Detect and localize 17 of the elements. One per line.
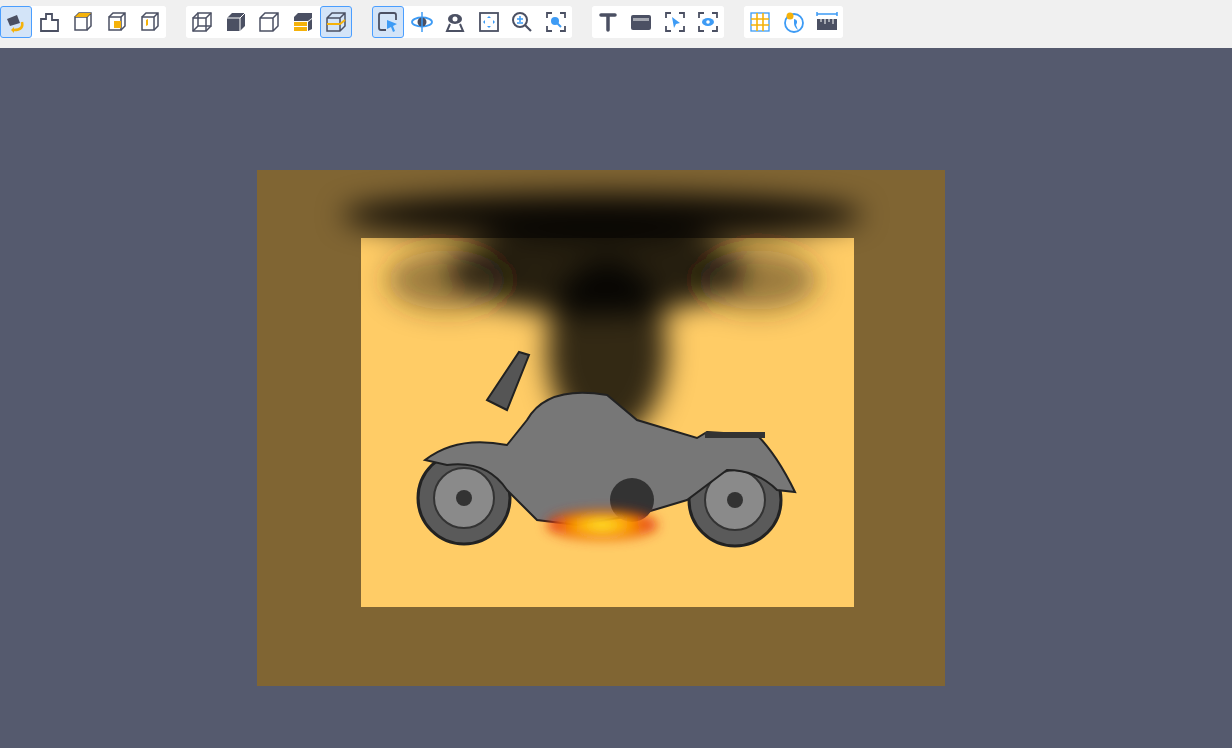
- select-region-icon: [662, 10, 687, 34]
- select-cursor-button[interactable]: [372, 6, 404, 38]
- zoom-in-icon: [510, 10, 534, 34]
- section-cube-icon: [324, 10, 348, 34]
- outline-shape-icon: [37, 10, 62, 34]
- fit-view-icon: [476, 10, 501, 34]
- cube-outline-icon: [257, 10, 281, 34]
- orbit-icon: [409, 10, 434, 34]
- cube-side-face-icon: [138, 10, 162, 34]
- grid-icon: [748, 10, 772, 34]
- section-cube-button[interactable]: [320, 6, 352, 38]
- select-cursor-icon: [376, 10, 400, 34]
- view-region-icon: [696, 10, 720, 34]
- zoom-region-icon: [543, 10, 568, 34]
- wireframe-cube-icon: [190, 10, 214, 34]
- rotate-view-button[interactable]: [0, 6, 32, 38]
- cube-top-face-icon: [71, 10, 95, 34]
